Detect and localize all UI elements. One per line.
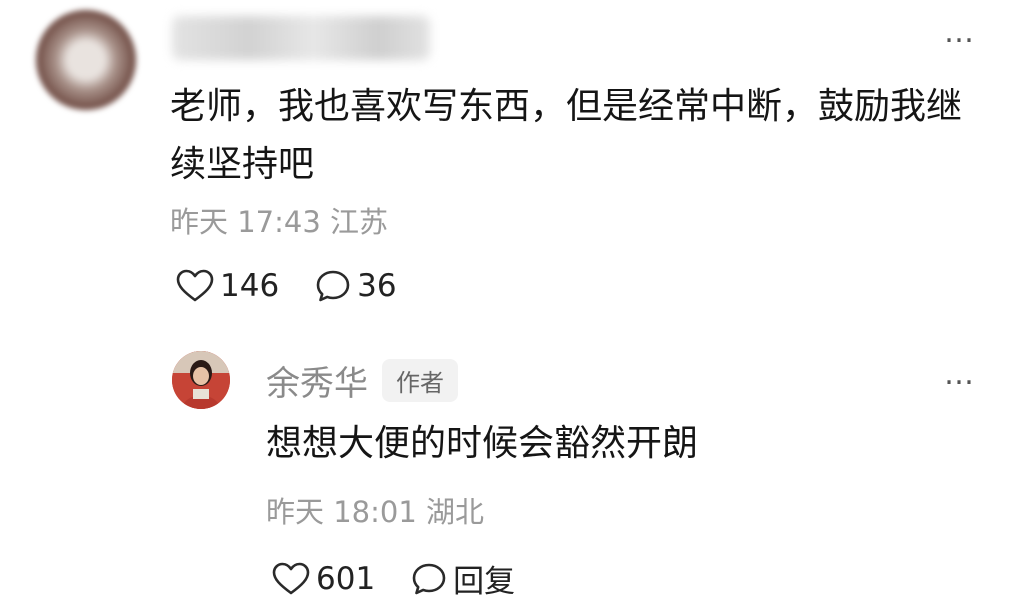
comment-location: 江苏 [330, 205, 389, 239]
more-options-icon[interactable]: … [944, 18, 976, 48]
speech-bubble-icon [316, 270, 350, 302]
reply-text: 想想大便的时候会豁然开朗 [266, 423, 699, 464]
heart-outline-icon [272, 562, 310, 594]
like-count: 146 [220, 268, 280, 304]
comment-meta: 昨天 17:43 江苏 [170, 204, 388, 240]
reply-time: 昨天 18:01 [266, 495, 417, 529]
reply-meta: 昨天 18:01 湖北 [266, 494, 484, 530]
commenter-name-blurred[interactable] [172, 16, 430, 60]
comment-actions: 146 36 [176, 268, 397, 304]
author-avatar-image [172, 351, 230, 409]
like-count: 601 [316, 560, 376, 597]
more-options-icon[interactable]: … [944, 360, 976, 390]
like-button[interactable]: 146 [176, 268, 279, 304]
reply-count-button[interactable]: 36 [315, 268, 397, 304]
reply-location: 湖北 [426, 495, 485, 529]
author-header: 余秀华 作者 [266, 356, 458, 405]
heart-outline-icon [176, 269, 214, 302]
comment-time: 昨天 17:43 [170, 205, 321, 239]
author-name[interactable]: 余秀华 [266, 356, 368, 405]
author-avatar[interactable] [172, 351, 230, 409]
comment-text: 老师，我也喜欢写东西，但是经常中断，鼓励我继续坚持吧 [170, 86, 963, 185]
reply-label: 回复 [453, 564, 516, 600]
reply-actions: 601 回复 [272, 556, 515, 601]
comment-thread: … 老师，我也喜欢写东西，但是经常中断，鼓励我继续坚持吧 昨天 17:43 江苏… [0, 0, 1024, 607]
reply-button[interactable]: 回复 [411, 556, 515, 601]
reply-count: 36 [357, 268, 397, 304]
commenter-avatar[interactable] [36, 10, 136, 110]
author-badge: 作者 [382, 359, 458, 402]
speech-bubble-icon [412, 563, 446, 594]
like-button[interactable]: 601 [272, 561, 375, 597]
